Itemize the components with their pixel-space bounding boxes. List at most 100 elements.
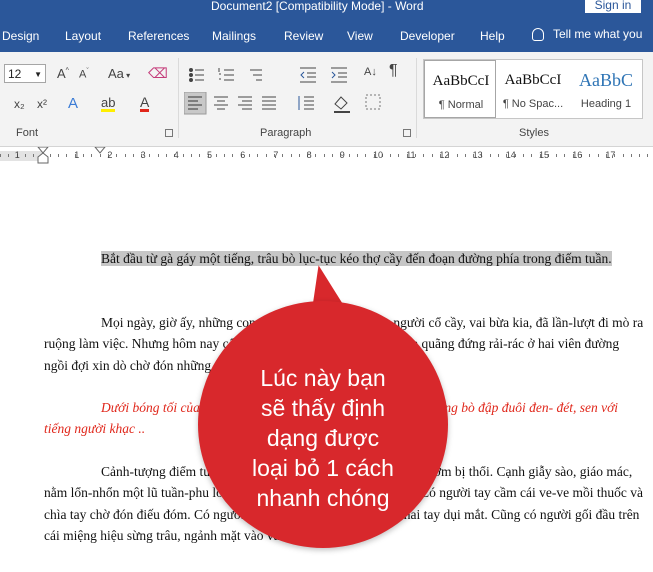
ruler-number: 10 — [373, 150, 384, 160]
change-case-button[interactable]: Aa ▾ — [108, 66, 130, 81]
tab-stop-icon[interactable] — [93, 147, 107, 155]
style-sample: AaBbC — [579, 70, 633, 90]
first-line-indent-icon[interactable] — [36, 147, 52, 164]
justify-icon[interactable] — [262, 96, 276, 110]
font-dialog-launcher-icon[interactable] — [165, 129, 173, 137]
shrink-font-button[interactable]: Aˇ — [79, 68, 89, 81]
ruler-number: 5 — [207, 150, 213, 160]
ruler-tick — [589, 154, 591, 157]
ruler-tick — [257, 154, 259, 157]
ruler-tick — [639, 154, 641, 157]
callout-line: loại bỏ 1 cách — [252, 455, 394, 481]
style-no-spacing[interactable]: AaBbCcI ¶ No Spac... — [497, 60, 569, 118]
ruler-tick — [282, 154, 284, 157]
ruler-tick — [190, 154, 192, 157]
ruler-tick — [564, 154, 566, 157]
ruler-tick — [58, 154, 60, 157]
tab-review[interactable]: Review — [284, 29, 323, 43]
tab-developer[interactable]: Developer — [400, 29, 455, 43]
horizontal-ruler[interactable]: 1 1 2 3 4 5 6 7 8 9 10 11 12 13 14 15 16 17 — [0, 147, 653, 164]
ruler-number: 13 — [472, 150, 483, 160]
sort-icon: A↓ — [364, 66, 377, 78]
chevron-down-icon: ▼ — [34, 70, 42, 79]
tab-references[interactable]: References — [128, 29, 189, 43]
ribbon: 12 ▼ A^ Aˇ Aa ▾ ⌫ x₂ x² A ab A Font A↓ ¶ — [0, 52, 653, 147]
ruler-tick — [33, 154, 35, 157]
ruler-tick — [124, 154, 126, 157]
font-color-button[interactable]: A — [140, 95, 150, 112]
ruler-number: 3 — [140, 150, 146, 160]
callout-line: dạng được — [266, 425, 380, 451]
text-effects-button[interactable]: A — [68, 95, 78, 112]
subscript-button[interactable]: x₂ — [14, 97, 25, 111]
ruler-number: 1 — [14, 150, 20, 160]
increase-indent-icon[interactable] — [331, 67, 347, 83]
ruler-tick — [597, 154, 599, 157]
style-name: ¶ No Spac... — [502, 98, 564, 110]
ruler-tick — [290, 154, 292, 157]
window-title: Document2 [Compatibility Mode] - Word — [211, 0, 424, 13]
ruler-tick — [647, 154, 649, 157]
numbering-icon[interactable] — [218, 68, 234, 81]
font-size-combo[interactable]: 12 ▼ — [4, 64, 46, 83]
line-spacing-icon[interactable] — [298, 96, 314, 110]
paragraph-dialog-launcher-icon[interactable] — [403, 129, 411, 137]
group-label-paragraph: Paragraph — [260, 127, 312, 139]
tell-me-box[interactable]: Tell me what you — [532, 27, 642, 41]
ruler-tick — [390, 154, 392, 157]
ruler-tick — [423, 154, 425, 157]
ruler-tick — [149, 154, 151, 157]
callout-line: sẽ thấy định — [260, 395, 386, 421]
bullets-icon[interactable] — [189, 68, 205, 82]
ruler-tick — [489, 154, 491, 157]
decrease-indent-icon[interactable] — [300, 67, 316, 83]
style-heading-1[interactable]: AaBbC Heading 1 — [570, 60, 642, 118]
ruler-tick — [498, 154, 499, 157]
align-left-button[interactable] — [184, 92, 207, 115]
divider — [416, 58, 417, 138]
align-center-icon[interactable] — [214, 96, 228, 110]
style-normal[interactable]: AaBbCcI ¶ Normal — [424, 60, 496, 118]
change-case-label: Aa — [108, 66, 124, 81]
ruler-tick — [315, 154, 317, 157]
ruler-tick — [199, 154, 201, 157]
sort-button[interactable]: A↓ — [364, 64, 377, 78]
ruler-tick — [332, 154, 333, 157]
tab-mailings[interactable]: Mailings — [212, 29, 256, 43]
tab-view[interactable]: View — [347, 29, 373, 43]
ruler-tick — [630, 154, 632, 157]
ruler-tick — [298, 154, 300, 157]
tab-help[interactable]: Help — [480, 29, 505, 43]
superscript-button[interactable]: x² — [37, 97, 47, 111]
tab-design[interactable]: Design — [2, 29, 39, 43]
ruler-tick — [8, 154, 10, 157]
ruler-tick — [348, 154, 350, 157]
ruler-number: 2 — [107, 150, 113, 160]
lightbulb-icon — [532, 28, 544, 41]
ruler-tick — [24, 154, 26, 157]
list-buttons-row — [189, 67, 347, 83]
show-formatting-button[interactable]: ¶ — [389, 62, 398, 80]
shading-icon[interactable] — [334, 96, 350, 113]
multilevel-list-icon[interactable] — [250, 69, 262, 81]
borders-icon[interactable] — [365, 94, 381, 110]
ruler-number: 11 — [406, 150, 416, 160]
style-sample: AaBbCcI — [504, 72, 562, 88]
ruler-tick — [132, 154, 134, 157]
grow-font-button[interactable]: A^ — [57, 66, 69, 81]
highlight-color-button[interactable]: ab — [101, 96, 116, 112]
ruler-tick — [464, 154, 466, 157]
callout-bubble: Lúc này bạn sẽ thấy định dạng được loại … — [198, 301, 448, 548]
align-right-icon[interactable] — [238, 96, 252, 110]
ruler-tick — [265, 154, 267, 157]
ruler-number: 17 — [605, 150, 616, 160]
divider — [178, 58, 179, 138]
clear-formatting-icon[interactable]: ⌫ — [148, 65, 168, 82]
sign-in-button[interactable]: Sign in — [585, 0, 641, 13]
ruler-number: 1 — [74, 150, 80, 160]
tab-layout[interactable]: Layout — [65, 29, 101, 43]
ruler-number: 14 — [505, 150, 516, 160]
ruler-number: 6 — [240, 150, 246, 160]
ruler-tick — [224, 154, 226, 157]
ruler-number: 9 — [339, 150, 345, 160]
